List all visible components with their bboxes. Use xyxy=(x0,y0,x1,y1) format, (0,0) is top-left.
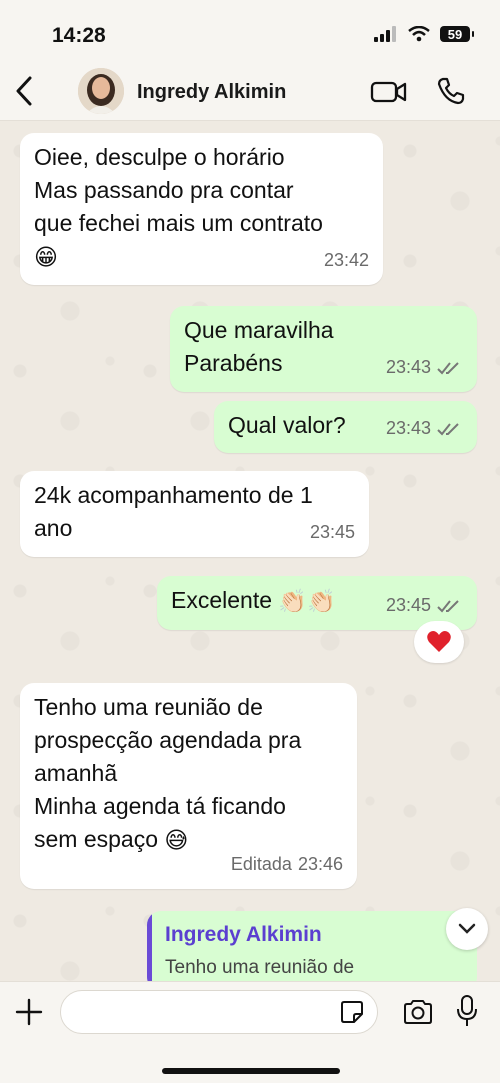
message-input[interactable] xyxy=(60,990,378,1034)
message-text-line: amanhã xyxy=(34,760,118,786)
double-check-icon xyxy=(437,361,459,374)
quote-accent-bar xyxy=(147,911,152,981)
composer-bar xyxy=(0,981,500,1083)
double-check-icon xyxy=(437,422,459,435)
avatar[interactable] xyxy=(78,68,124,114)
message-text-line: Que maravilha xyxy=(184,317,334,343)
message-outgoing[interactable]: Que maravilha Parabéns 23:43 xyxy=(170,306,477,392)
message-text-line: 24k acompanhamento de 1 xyxy=(34,482,313,508)
video-call-icon[interactable] xyxy=(370,78,408,106)
message-meta: Editada 23:46 xyxy=(231,848,343,881)
message-meta: 23:45 xyxy=(310,516,355,549)
quote-author: Ingredy Alkimin xyxy=(165,923,322,946)
quoted-reply[interactable]: Ingredy Alkimin Tenho uma reunião de xyxy=(147,911,477,981)
message-text-line: Tenho uma reunião de xyxy=(34,694,263,720)
back-chevron-icon[interactable] xyxy=(10,72,40,110)
message-text-line: prospecção agendada pra xyxy=(34,727,302,753)
phone-icon[interactable] xyxy=(436,76,466,106)
message-time: 23:43 xyxy=(385,357,431,377)
avatar-image xyxy=(78,68,124,114)
message-incoming[interactable]: 24k acompanhamento de 1 ano 23:45 xyxy=(20,471,369,557)
message-incoming[interactable]: Tenho uma reunião de prospecção agendada… xyxy=(20,683,357,889)
chat-header: Ingredy Alkimin xyxy=(0,62,500,121)
battery-level: 59 xyxy=(447,26,463,42)
sweat-smile-emoji: 😅 xyxy=(164,827,189,854)
clapping-emoji: 👏🏻👏🏻 xyxy=(278,588,336,615)
heart-reaction[interactable] xyxy=(414,621,464,663)
heart-icon xyxy=(427,631,451,652)
scroll-down-button[interactable] xyxy=(446,908,488,950)
edited-label: Editada xyxy=(230,854,292,874)
camera-icon[interactable] xyxy=(402,998,434,1026)
message-text-line: ano xyxy=(34,515,73,541)
quote-text: Tenho uma reunião de xyxy=(165,957,355,978)
message-outgoing[interactable]: Qual valor? 23:43 xyxy=(214,401,477,453)
message-time: 23:43 xyxy=(385,418,431,438)
message-text-line: que fechei mais um contrato xyxy=(34,210,323,236)
message-text-line: Minha agenda tá ficando xyxy=(34,793,286,819)
message-incoming[interactable]: Oiee, desculpe o horário Mas passando pr… xyxy=(20,133,383,285)
message-text: Excelente xyxy=(171,587,273,613)
sticker-icon[interactable] xyxy=(340,1000,364,1024)
message-time: 23:46 xyxy=(297,854,343,874)
chevron-down-icon xyxy=(458,923,476,934)
signal-icon xyxy=(374,26,396,42)
double-check-icon xyxy=(437,599,459,612)
grinning-emoji: 😁 xyxy=(34,244,58,271)
home-indicator xyxy=(162,1068,340,1074)
message-time: 23:42 xyxy=(323,250,369,270)
battery-icon: 59 xyxy=(440,26,474,42)
message-time: 23:45 xyxy=(385,595,431,615)
message-text-line: Oiee, desculpe o horário xyxy=(34,144,285,170)
message-meta: 23:43 xyxy=(386,412,463,445)
plus-icon[interactable] xyxy=(14,997,44,1027)
contact-name[interactable]: Ingredy Alkimin xyxy=(137,81,286,104)
message-time: 23:45 xyxy=(309,522,355,542)
status-time: 14:28 xyxy=(52,24,106,47)
microphone-icon[interactable] xyxy=(456,994,478,1028)
status-icons: 59 xyxy=(374,26,474,42)
message-meta: 23:42 xyxy=(324,244,369,277)
wifi-icon xyxy=(408,26,430,42)
message-text-line: Mas passando pra contar xyxy=(34,177,294,203)
status-bar: 14:28 59 xyxy=(0,0,500,62)
chat-area[interactable]: Oiee, desculpe o horário Mas passando pr… xyxy=(0,121,500,981)
message-meta: 23:45 xyxy=(386,589,463,622)
message-meta: 23:43 xyxy=(386,351,463,384)
message-text: sem espaço xyxy=(34,826,159,852)
